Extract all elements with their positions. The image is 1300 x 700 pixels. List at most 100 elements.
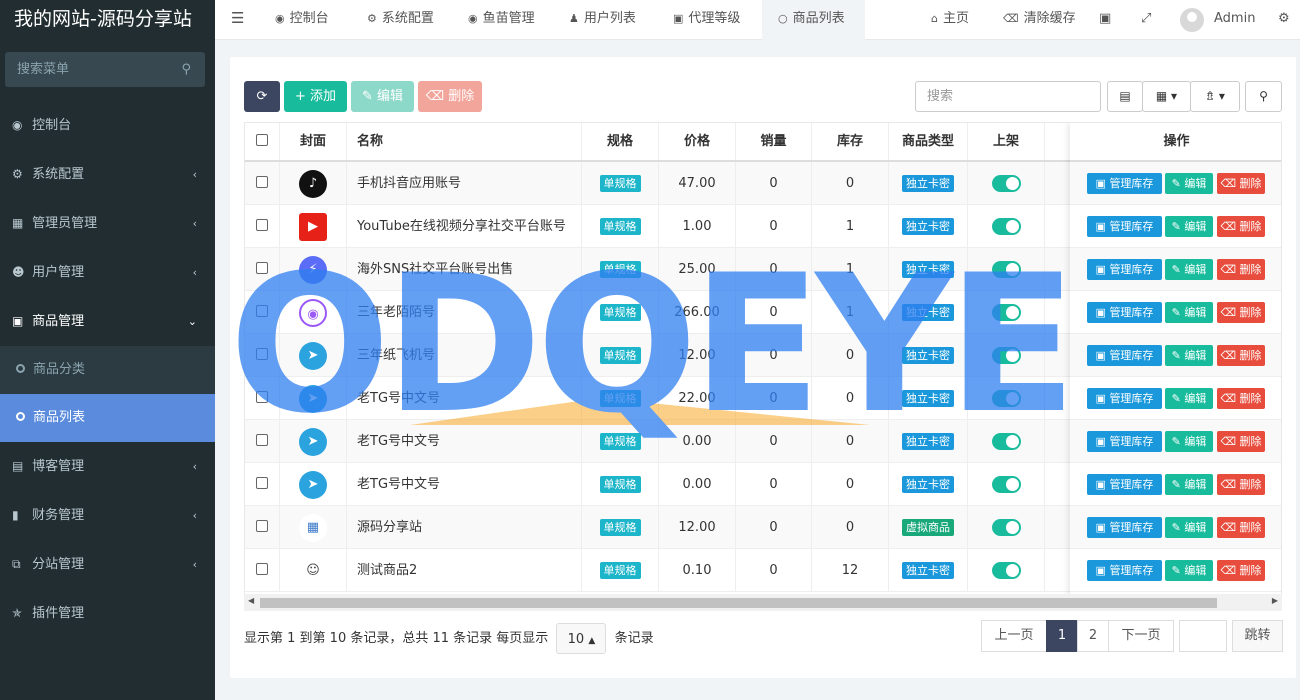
row-edit-button[interactable]: ✎ 编辑	[1165, 302, 1213, 323]
tab-agent-level[interactable]: ▣ 代理等级	[673, 0, 740, 40]
page-2-button[interactable]: 2	[1077, 620, 1109, 652]
avatar[interactable]	[1180, 8, 1204, 32]
jump-button[interactable]: 跳转	[1232, 620, 1283, 652]
row-checkbox[interactable]	[256, 563, 268, 575]
tab-users[interactable]: ♟ 用户列表	[569, 0, 636, 40]
edit-button[interactable]: ✎ 编辑	[351, 81, 414, 112]
row-checkbox[interactable]	[256, 305, 268, 317]
row-edit-button[interactable]: ✎ 编辑	[1165, 388, 1213, 409]
row-checkbox[interactable]	[256, 520, 268, 532]
row-delete-button[interactable]: ⌫ 删除	[1217, 474, 1265, 495]
manage-stock-button[interactable]: ▣ 管理库存	[1087, 431, 1162, 452]
on-sale-toggle[interactable]	[991, 218, 1021, 235]
row-delete-button[interactable]: ⌫ 删除	[1217, 560, 1265, 581]
fullscreen-icon[interactable]: ⤢	[1141, 0, 1151, 40]
col-name[interactable]: 名称	[347, 123, 582, 160]
select-all[interactable]	[245, 123, 280, 160]
tab-fish[interactable]: ◉ 鱼苗管理	[468, 0, 535, 40]
sidebar-item-system[interactable]: ⚙ 系统配置 ‹	[0, 150, 215, 199]
manage-stock-button[interactable]: ▣ 管理库存	[1087, 216, 1162, 237]
sidebar-item-users[interactable]: ☻ 用户管理 ‹	[0, 248, 215, 297]
settings-gear-icon[interactable]: ⚙	[1278, 0, 1290, 40]
manage-stock-button[interactable]: ▣ 管理库存	[1087, 517, 1162, 538]
row-edit-button[interactable]: ✎ 编辑	[1165, 474, 1213, 495]
scrollbar-thumb[interactable]	[260, 598, 1217, 608]
sidebar-item-dashboard[interactable]: ◉ 控制台	[0, 101, 215, 150]
sidebar-item-products[interactable]: ▣ 商品管理 ⌄	[0, 297, 215, 346]
menu-search-input[interactable]: 搜索菜单	[17, 62, 69, 77]
row-edit-button[interactable]: ✎ 编辑	[1165, 517, 1213, 538]
on-sale-toggle[interactable]	[991, 175, 1021, 192]
manage-stock-button[interactable]: ▣ 管理库存	[1087, 474, 1162, 495]
on-sale-toggle[interactable]	[991, 390, 1021, 407]
on-sale-toggle[interactable]	[991, 347, 1021, 364]
row-checkbox[interactable]	[256, 219, 268, 231]
search-input[interactable]: 搜索	[915, 81, 1101, 112]
col-sales[interactable]: 销量	[736, 123, 812, 160]
jump-page-input[interactable]	[1179, 620, 1227, 652]
scroll-right-icon[interactable]: ▶	[1272, 596, 1278, 605]
scroll-left-icon[interactable]: ◀	[248, 596, 254, 605]
add-button[interactable]: + 添加	[284, 81, 347, 112]
select-all-checkbox[interactable]	[256, 134, 268, 146]
sidebar-item-plugins[interactable]: ✯ 插件管理	[0, 589, 215, 638]
on-sale-toggle[interactable]	[991, 433, 1021, 450]
menu-toggle-icon[interactable]: ☰	[231, 0, 244, 40]
on-sale-toggle[interactable]	[991, 476, 1021, 493]
brand-title[interactable]: 我的网站-源码分享站	[0, 0, 215, 40]
search-button[interactable]: ⚲	[1245, 81, 1282, 112]
row-delete-button[interactable]: ⌫ 删除	[1217, 345, 1265, 366]
manage-stock-button[interactable]: ▣ 管理库存	[1087, 345, 1162, 366]
col-price[interactable]: 价格	[659, 123, 736, 160]
horizontal-scrollbar[interactable]: ◀ ▶	[244, 594, 1282, 611]
toggle-view-button[interactable]: ▤	[1107, 81, 1143, 112]
manage-stock-button[interactable]: ▣ 管理库存	[1087, 302, 1162, 323]
tab-product-list[interactable]: ○ 商品列表	[762, 0, 865, 40]
row-edit-button[interactable]: ✎ 编辑	[1165, 259, 1213, 280]
refresh-button[interactable]: ⟳	[244, 81, 280, 112]
on-sale-toggle[interactable]	[991, 519, 1021, 536]
row-checkbox[interactable]	[256, 348, 268, 360]
col-spec[interactable]: 规格	[582, 123, 659, 160]
clear-cache-button[interactable]: ⌫ 清除缓存	[1003, 0, 1076, 40]
manage-stock-button[interactable]: ▣ 管理库存	[1087, 173, 1162, 194]
manage-stock-button[interactable]: ▣ 管理库存	[1087, 388, 1162, 409]
row-edit-button[interactable]: ✎ 编辑	[1165, 560, 1213, 581]
tab-dashboard[interactable]: ◉ 控制台	[275, 0, 329, 40]
col-type[interactable]: 商品类型	[889, 123, 968, 160]
next-page-button[interactable]: 下一页	[1108, 620, 1174, 652]
on-sale-toggle[interactable]	[991, 304, 1021, 321]
row-checkbox[interactable]	[256, 391, 268, 403]
row-delete-button[interactable]: ⌫ 删除	[1217, 388, 1265, 409]
row-delete-button[interactable]: ⌫ 删除	[1217, 302, 1265, 323]
delete-button[interactable]: ⌫ 删除	[418, 81, 482, 112]
home-link[interactable]: ⌂ 主页	[931, 0, 969, 40]
row-delete-button[interactable]: ⌫ 删除	[1217, 259, 1265, 280]
row-delete-button[interactable]: ⌫ 删除	[1217, 173, 1265, 194]
on-sale-toggle[interactable]	[991, 261, 1021, 278]
row-delete-button[interactable]: ⌫ 删除	[1217, 216, 1265, 237]
submenu-item-category[interactable]: 商品分类	[0, 346, 215, 394]
row-edit-button[interactable]: ✎ 编辑	[1165, 216, 1213, 237]
menu-search[interactable]: 搜索菜单 ⚲	[5, 52, 205, 87]
translate-icon[interactable]: ▣	[1099, 0, 1111, 40]
row-checkbox[interactable]	[256, 262, 268, 274]
sidebar-item-blog[interactable]: ▤ 博客管理 ‹	[0, 442, 215, 491]
on-sale-toggle[interactable]	[991, 562, 1021, 579]
row-delete-button[interactable]: ⌫ 删除	[1217, 431, 1265, 452]
col-stock[interactable]: 库存	[812, 123, 889, 160]
submenu-item-product-list[interactable]: 商品列表	[0, 394, 215, 442]
tab-system[interactable]: ⚙ 系统配置	[367, 0, 434, 40]
col-cover[interactable]: 封面	[280, 123, 347, 160]
row-edit-button[interactable]: ✎ 编辑	[1165, 173, 1213, 194]
export-button[interactable]: ⇯ ▾	[1190, 81, 1240, 112]
row-checkbox[interactable]	[256, 477, 268, 489]
manage-stock-button[interactable]: ▣ 管理库存	[1087, 560, 1162, 581]
col-on-sale[interactable]: 上架	[968, 123, 1045, 160]
sidebar-item-substation[interactable]: ⧉ 分站管理 ‹	[0, 540, 215, 589]
page-size-select[interactable]: 10 ▲	[556, 623, 607, 654]
columns-button[interactable]: ▦ ▾	[1142, 81, 1191, 112]
manage-stock-button[interactable]: ▣ 管理库存	[1087, 259, 1162, 280]
sidebar-item-admin[interactable]: ▦ 管理员管理 ‹	[0, 199, 215, 248]
page-1-button[interactable]: 1	[1046, 620, 1078, 652]
